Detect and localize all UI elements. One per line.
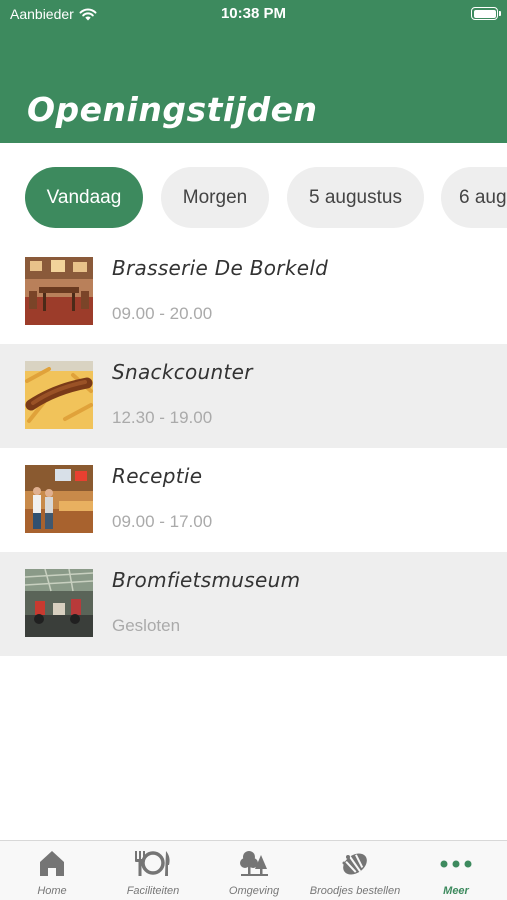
tab-label: Omgeving — [228, 885, 280, 897]
bread-icon — [342, 853, 367, 875]
day-tab-5-augustus[interactable]: 5 augustus — [287, 167, 424, 228]
page-title: Openingstijden — [27, 90, 318, 129]
location-hours: 09.00 - 17.00 — [112, 512, 213, 531]
location-name: Receptie — [112, 464, 203, 488]
tab-meer[interactable]: Meer — [406, 841, 506, 900]
more-dots-icon — [440, 860, 472, 868]
tab-label: Meer — [443, 885, 469, 897]
location-hours: 09.00 - 20.00 — [112, 304, 213, 323]
tab-label: Broodjes bestellen — [309, 885, 401, 897]
tab-faciliteiten[interactable]: Faciliteiten — [102, 841, 204, 900]
tab-label: Home — [37, 885, 67, 897]
status-time: 10:38 PM — [220, 5, 287, 22]
day-tab-vandaag[interactable]: Vandaag — [25, 167, 143, 228]
tab-home[interactable]: Home — [2, 841, 102, 900]
list-item[interactable]: Brasserie De Borkeld 09.00 - 20.00 — [0, 240, 507, 344]
location-name: Snackcounter — [112, 360, 253, 384]
app-header: Aanbieder 10:38 PM Openingstijden — [0, 0, 507, 143]
battery-icon — [471, 7, 501, 20]
location-name: Brasserie De Borkeld — [112, 256, 329, 280]
list-item[interactable]: Receptie 09.00 - 17.00 — [0, 448, 507, 552]
restaurant-interior-photo — [25, 257, 93, 325]
museum-interior-photo — [25, 569, 93, 637]
status-bar: Aanbieder 10:38 PM — [0, 0, 507, 28]
location-hours: Gesloten — [112, 616, 181, 635]
tab-omgeving[interactable]: Omgeving — [204, 841, 304, 900]
cutlery-icon — [135, 851, 170, 876]
location-name: Bromfietsmuseum — [112, 568, 301, 592]
day-selector[interactable]: Vandaag Morgen 5 augustus 6 aug — [0, 167, 507, 229]
opening-hours-list: Brasserie De Borkeld 09.00 - 20.00 Snack… — [0, 240, 507, 656]
day-tab-6-augustus[interactable]: 6 aug — [441, 167, 507, 228]
bottom-tab-bar: Home Faciliteiten Omgeving Broodjes best… — [0, 840, 507, 900]
house-icon — [40, 851, 64, 876]
list-item[interactable]: Snackcounter 12.30 - 19.00 — [0, 344, 507, 448]
fries-snack-photo — [25, 361, 93, 429]
tab-label: Faciliteiten — [126, 885, 180, 897]
day-tab-morgen[interactable]: Morgen — [161, 167, 269, 228]
tab-broodjes-bestellen[interactable]: Broodjes bestellen — [304, 841, 406, 900]
reception-desk-photo — [25, 465, 93, 533]
location-hours: 12.30 - 19.00 — [112, 408, 213, 427]
list-item[interactable]: Bromfietsmuseum Gesloten — [0, 552, 507, 656]
trees-icon — [240, 851, 268, 876]
